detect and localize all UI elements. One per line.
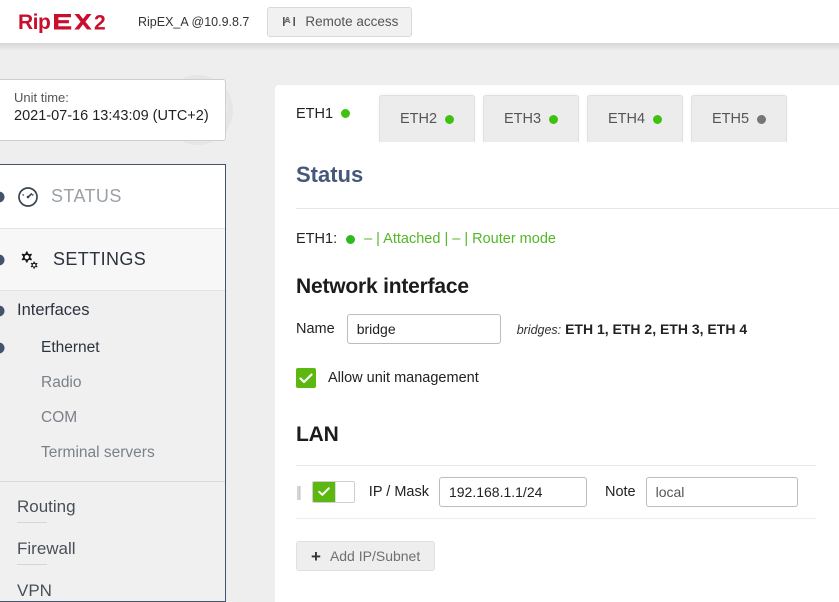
tab-eth5-label: ETH5 <box>711 111 750 127</box>
note-input[interactable] <box>645 477 798 507</box>
note-label: Note <box>604 484 636 500</box>
lan-row-enable-toggle[interactable] <box>311 481 355 503</box>
name-label: Name <box>296 321 335 337</box>
tab-eth3[interactable]: ETH3 <box>483 95 579 142</box>
sidebar-item-status-label: STATUS <box>51 186 122 206</box>
app-root: Rip 2 RipEX_A @10.9.8.7 Remote access Un… <box>0 0 839 602</box>
drag-handle-icon[interactable]: || <box>296 484 302 501</box>
lan-divider-bottom <box>296 518 816 519</box>
add-ip-subnet-label: Add IP/Subnet <box>329 548 421 564</box>
tab-eth3-status-dot <box>549 114 559 124</box>
add-ip-subnet-button[interactable]: + Add IP/Subnet <box>296 541 436 571</box>
ip-mask-input[interactable] <box>438 477 587 507</box>
check-icon <box>317 487 330 496</box>
sidebar-item-settings[interactable]: SETTINGS <box>0 228 225 291</box>
network-interface-heading: Network interface <box>296 275 469 298</box>
unit-time-label: Unit time: <box>14 90 69 105</box>
sidebar-item-terminal-servers[interactable]: Terminal servers <box>0 435 225 470</box>
sidebar-item-routing-label: Routing <box>17 496 76 516</box>
table-row: || IP / Mask Note <box>275 466 839 507</box>
bridges-label: bridges: <box>516 323 562 337</box>
tab-eth2-label: ETH2 <box>399 111 438 127</box>
toggle-knob <box>334 482 354 502</box>
unit-identifier: RipEX_A @10.9.8.7 <box>138 14 250 29</box>
remote-access-label: Remote access <box>305 14 399 29</box>
sidebar-item-interfaces[interactable]: Interfaces <box>0 291 225 330</box>
page-title: Status <box>296 162 364 187</box>
sidebar-item-ethernet[interactable]: Ethernet <box>0 330 225 365</box>
unit-time-value: 2021-07-16 13:43:09 (UTC+2) <box>14 108 209 124</box>
sidebar-item-routing[interactable]: Routing <box>0 491 225 522</box>
sidebar-item-vpn[interactable]: VPN <box>0 575 225 601</box>
tab-eth2[interactable]: ETH2 <box>379 95 475 142</box>
sidebar-bullet <box>0 254 5 265</box>
sidebar-item-terminal-servers-label: Terminal servers <box>41 443 155 461</box>
lan-heading: LAN <box>296 423 339 446</box>
sidebar-bullet <box>0 342 5 353</box>
unit-time-box: Unit time: 2021-07-16 13:43:09 (UTC+2) <box>0 79 226 141</box>
content-panel: Status ETH1: – | Attached | – | Router m… <box>275 85 839 602</box>
tab-eth5[interactable]: ETH5 <box>691 95 787 142</box>
sidebar-item-radio[interactable]: Radio <box>0 365 225 400</box>
gauge-icon <box>17 186 39 208</box>
tab-eth1-status-dot <box>341 109 351 118</box>
bridges-value: ETH 1, ETH 2, ETH 3, ETH 4 <box>565 321 748 337</box>
sidebar-bottom-group: Routing Firewall VPN <box>0 482 225 601</box>
eth1-status-row: ETH1: – | Attached | – | Router mode <box>275 209 839 247</box>
allow-unit-management-checkbox[interactable] <box>296 368 316 388</box>
svg-text:2: 2 <box>94 11 105 33</box>
app-header: Rip 2 RipEX_A @10.9.8.7 Remote access <box>0 0 839 43</box>
sidebar-interfaces-group: Interfaces Ethernet Radio COM Terminal s… <box>0 291 225 482</box>
allow-unit-management-label: Allow unit management <box>328 370 479 386</box>
tab-eth4-label: ETH4 <box>607 111 646 127</box>
sidebar-bullet <box>0 305 5 316</box>
antenna-signal-icon <box>281 14 297 29</box>
tab-eth3-label: ETH3 <box>503 111 542 127</box>
sidebar-item-radio-label: Radio <box>41 373 82 391</box>
check-icon <box>299 373 313 383</box>
tab-eth4-status-dot <box>653 114 663 124</box>
bridges-info: bridges: ETH 1, ETH 2, ETH 3, ETH 4 <box>517 321 747 337</box>
eth1-status-name: ETH1: <box>296 231 338 247</box>
tab-eth2-status-dot <box>445 114 455 124</box>
eth1-status-dot <box>346 234 356 244</box>
ip-mask-label: IP / Mask <box>368 484 429 500</box>
tab-eth4[interactable]: ETH4 <box>587 95 683 142</box>
sidebar-item-interfaces-label: Interfaces <box>17 301 90 319</box>
sidebar-item-com[interactable]: COM <box>0 400 225 435</box>
interface-name-input[interactable] <box>346 314 501 344</box>
gears-icon <box>17 249 41 271</box>
sidebar-nav: STATUS SETTINGS Interfaces Ethernet Radi… <box>0 164 226 602</box>
sidebar-item-vpn-label: VPN <box>17 580 52 600</box>
allow-unit-management-row: Allow unit management <box>275 344 839 388</box>
ripex2-logo-mark: Rip 2 <box>18 11 106 33</box>
svg-text:Rip: Rip <box>18 11 50 33</box>
sidebar-item-ethernet-label: Ethernet <box>41 338 100 356</box>
tab-eth5-status-dot <box>757 114 767 124</box>
toggle-on-side <box>312 482 335 502</box>
sidebar-item-status[interactable]: STATUS <box>0 165 225 228</box>
network-name-row: Name bridges: ETH 1, ETH 2, ETH 3, ETH 4 <box>275 299 839 344</box>
tab-eth1-label: ETH1 <box>295 105 334 122</box>
plus-icon: + <box>311 546 321 566</box>
sidebar-item-firewall[interactable]: Firewall <box>0 533 225 564</box>
sidebar-item-settings-label: SETTINGS <box>53 249 147 269</box>
ripex2-logo: Rip 2 <box>18 11 116 33</box>
header-shadow <box>0 43 839 51</box>
tab-eth1[interactable]: ETH1 <box>275 85 371 142</box>
sidebar-bullet <box>0 191 5 202</box>
eth-tab-bar: ETH1 ETH2 ETH3 ETH4 ETH5 <box>275 85 839 142</box>
eth1-status-detail: – | Attached | – | Router mode <box>364 231 556 247</box>
sidebar-item-com-label: COM <box>41 408 78 426</box>
remote-access-button[interactable]: Remote access <box>267 6 413 37</box>
sidebar-item-firewall-label: Firewall <box>17 538 76 558</box>
